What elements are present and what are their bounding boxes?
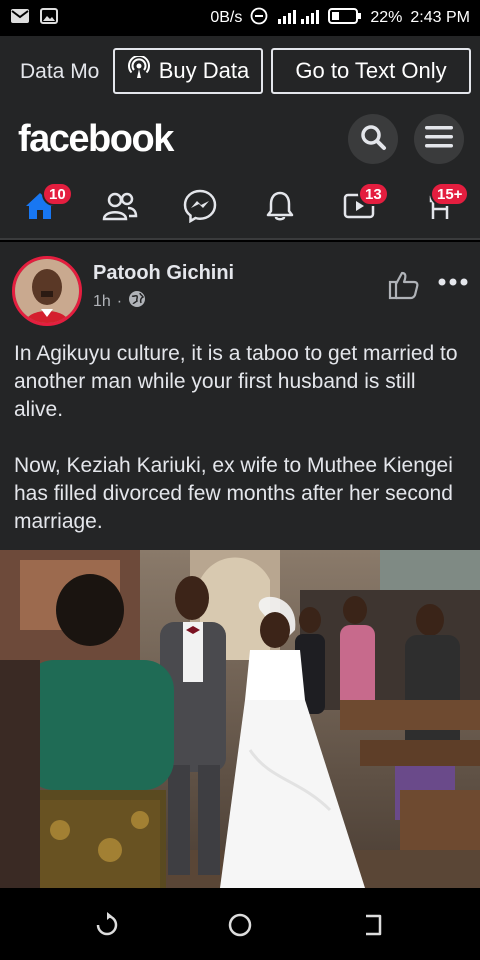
like-icon[interactable] [388,270,420,305]
tab-messenger[interactable] [170,180,230,236]
post-author[interactable]: Patooh Gichini [93,262,234,285]
post-paragraph: In Agikuyu culture, it is a taboo to get… [14,342,458,421]
data-mode-bar: Data Mo Buy Data Go to Text Only [0,36,480,108]
post-time[interactable]: 1h [93,293,111,311]
search-icon [359,123,387,156]
messenger-icon [183,189,217,228]
marketplace-badge: 15+ [430,182,470,206]
meta-separator: · [116,292,123,310]
tab-watch[interactable]: 13 [330,180,390,236]
tab-notifications[interactable] [250,180,310,236]
signal-icon [276,8,320,29]
hamburger-icon [424,124,454,155]
app-header: facebook 10 13 15+ [0,108,480,240]
post-photo[interactable] [0,550,480,888]
menu-button[interactable] [414,114,464,164]
system-nav-bar [0,888,480,960]
post-meta: 1h · [93,290,146,313]
buy-data-label: Buy Data [158,58,250,83]
back-icon[interactable] [358,910,388,940]
post-body: In Agikuyu culture, it is a taboo to get… [14,340,470,564]
status-bar: 0B/s 22% 2:43 PM [0,0,480,36]
facebook-logo[interactable]: facebook [18,118,174,161]
text-only-button[interactable]: Go to Text Only [271,48,471,94]
clock: 2:43 PM [410,9,470,26]
dnd-icon [250,7,268,30]
recent-apps-icon[interactable] [92,910,122,940]
post-paragraph: Now, Keziah Kariuki, ex wife to Muthee K… [14,454,453,533]
broadcast-icon [127,54,151,86]
tab-friends[interactable] [90,180,150,236]
search-button[interactable] [348,114,398,164]
home-badge: 10 [42,182,73,206]
watch-badge: 13 [358,182,389,206]
globe-icon [128,290,146,313]
friends-icon [102,191,138,226]
nav-tabs: 10 13 15+ [0,180,480,236]
gmail-icon [10,8,30,29]
tab-marketplace[interactable]: 15+ [410,180,470,236]
battery-icon [328,7,362,29]
feed-post: Patooh Gichini 1h · In Agikuyu culture, … [0,242,480,888]
bell-icon [265,190,295,227]
header-divider [0,238,480,240]
battery-percent: 22% [370,9,403,26]
more-options-icon[interactable] [438,274,468,292]
home-nav-icon[interactable] [225,910,255,940]
network-speed: 0B/s [210,9,243,26]
data-mode-label: Data Mo [20,60,100,83]
gallery-icon [40,7,58,29]
avatar[interactable] [12,256,82,326]
buy-data-button[interactable]: Buy Data [113,48,263,94]
tab-home[interactable]: 10 [10,180,73,236]
